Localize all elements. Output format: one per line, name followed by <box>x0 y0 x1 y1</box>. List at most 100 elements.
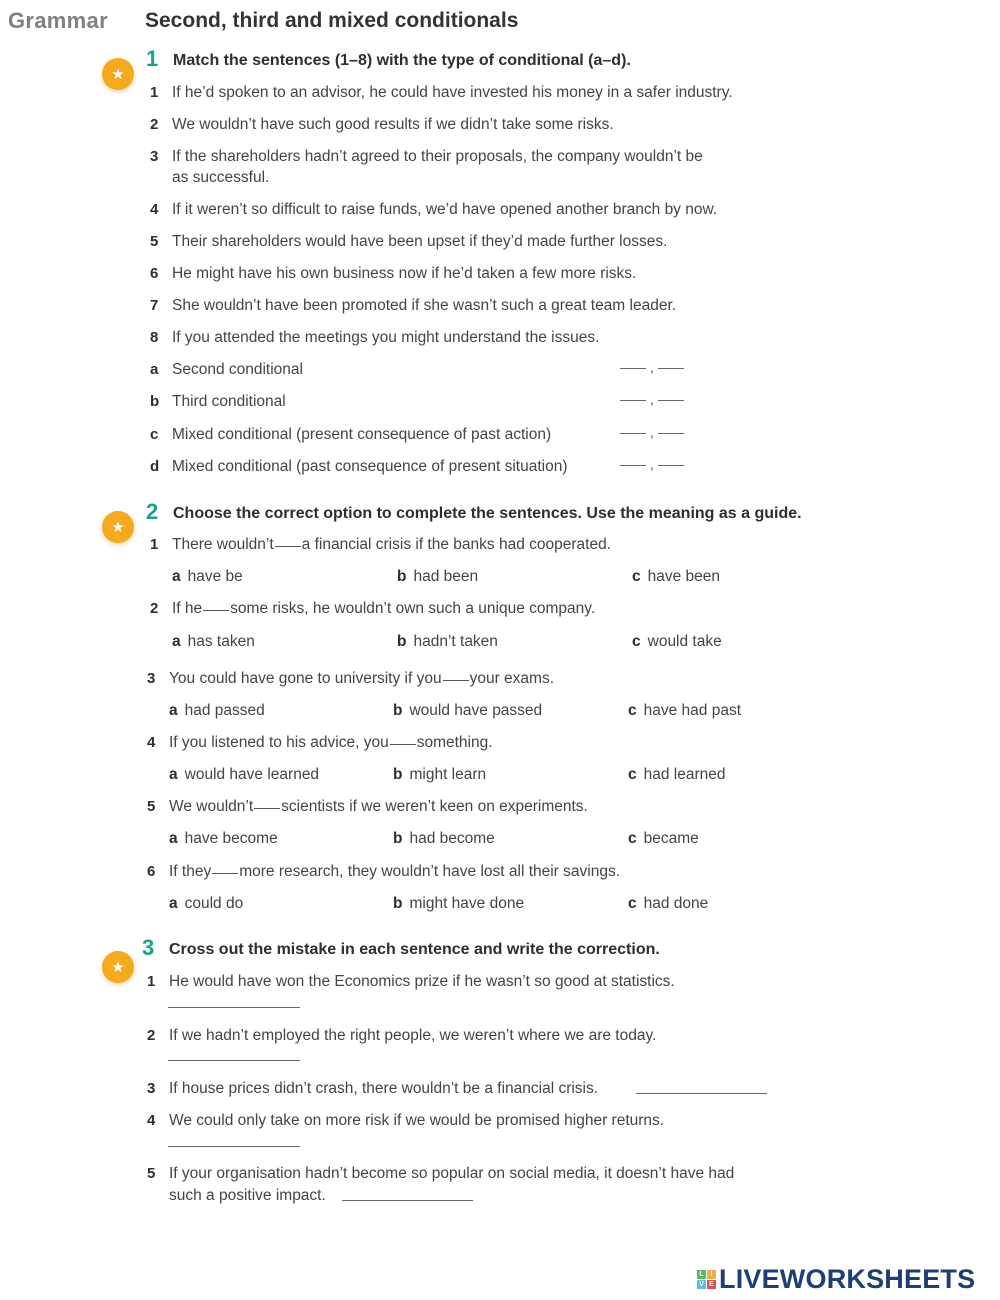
option[interactable]: a would have learned <box>169 764 319 785</box>
conditional-type: b Third conditional <box>150 391 286 412</box>
correction-answer-line[interactable] <box>168 1007 300 1008</box>
correction-answer-line[interactable] <box>342 1200 473 1201</box>
option[interactable]: b hadn’t taken <box>397 631 498 652</box>
logo-text: LIVEWORKSHEETS <box>719 1264 976 1294</box>
exercise-3-sentence: 3 If house prices didn’t crash, there wou… <box>147 1078 598 1099</box>
option[interactable]: a could do <box>169 893 243 914</box>
type-letter: b <box>150 393 160 410</box>
item-number: 2 <box>147 1027 156 1044</box>
sentence-text: If house prices didn’t crash, there woul… <box>169 1080 599 1097</box>
item-number: 3 <box>147 670 156 687</box>
sentence-text: If it weren’t so difficult to raise fund… <box>172 201 718 218</box>
option[interactable]: c have been <box>632 566 720 587</box>
option[interactable]: b had become <box>393 828 495 849</box>
conditional-type: a Second conditional <box>150 359 303 380</box>
answer-blank-1[interactable] <box>620 465 646 466</box>
option[interactable]: b would have passed <box>393 700 542 721</box>
exercise-2-badge: ★ <box>102 511 134 543</box>
exercise-2-question: 4 If you listened to his advice, you somet… <box>147 732 493 753</box>
exercise-2-number: 2 <box>146 499 159 524</box>
item-number: 5 <box>150 233 159 250</box>
type-letter: c <box>150 426 159 443</box>
option-letter: a <box>169 702 178 719</box>
sentence-text: He might have his own business now if he… <box>172 265 637 282</box>
answer-blank-1[interactable] <box>620 400 646 401</box>
exercise-1-sentence: 2 We wouldn’t have such good results if w… <box>150 114 614 135</box>
correction-answer-line[interactable] <box>636 1093 767 1094</box>
option-letter: a <box>169 895 178 912</box>
question-text-after: some risks, he wouldn’t own such a uniqu… <box>230 600 596 617</box>
answer-pair: , <box>620 391 684 407</box>
sentence-text: If the shareholders hadn’t agreed to the… <box>172 148 703 165</box>
option[interactable]: b might have done <box>393 893 524 914</box>
type-text: Second conditional <box>172 361 303 378</box>
liveworksheets-logo[interactable]: L I V E LIVEWORKSHEETS <box>697 1264 975 1295</box>
option-letter: c <box>628 895 637 912</box>
option-letter: c <box>632 568 641 585</box>
item-number: 6 <box>150 265 159 282</box>
gap-blank[interactable] <box>389 744 416 745</box>
option[interactable]: b might learn <box>393 764 486 785</box>
option-text: could do <box>184 895 244 912</box>
logo-icon-letter: V <box>697 1280 706 1289</box>
correction-answer-line[interactable] <box>168 1060 300 1061</box>
separator: , <box>649 359 654 375</box>
option[interactable]: c had learned <box>628 764 726 785</box>
item-number: 2 <box>150 600 159 617</box>
answer-blank-2[interactable] <box>657 433 684 434</box>
exercise-2-question: 3 You could have gone to university if yo… <box>147 668 554 689</box>
item-number: 3 <box>147 1080 156 1097</box>
option-letter: c <box>628 830 637 847</box>
gap-blank[interactable] <box>203 610 230 611</box>
gap-blank[interactable] <box>254 808 281 809</box>
option-letter: b <box>393 702 403 719</box>
option-text: have been <box>647 568 721 585</box>
sentence-text: If we hadn’t employed the right people, … <box>169 1027 657 1044</box>
option[interactable]: c had done <box>628 893 708 914</box>
sentence-text: If he’d spoken to an advisor, he could h… <box>172 84 733 101</box>
gap-blank[interactable] <box>212 873 239 874</box>
exercise-1-sentence: 3 If the shareholders hadn’t agreed to th… <box>150 146 703 167</box>
exercise-3-sentence: 5 If your organisation hadn’t become so p… <box>147 1163 734 1184</box>
option-letter: b <box>397 633 407 650</box>
exercise-1-sentence: 4 If it weren’t so difficult to raise fun… <box>150 199 717 220</box>
answer-pair: , <box>620 456 684 472</box>
answer-blank-2[interactable] <box>657 400 684 401</box>
exercise-2-instruction: Choose the correct option to complete th… <box>173 505 802 522</box>
gap-blank[interactable] <box>274 546 301 547</box>
exercise-2-question: 2 If he some risks, he wouldn’t own such a… <box>150 598 595 619</box>
star-icon: ★ <box>111 65 125 83</box>
answer-blank-1[interactable] <box>620 368 646 369</box>
sentence-text: We could only take on more risk if we wo… <box>169 1112 665 1129</box>
question-text-before: If they <box>169 863 212 880</box>
answer-blank-2[interactable] <box>657 465 684 466</box>
option[interactable]: c would take <box>632 631 722 652</box>
conditional-type: c Mixed conditional (present consequence … <box>150 424 551 445</box>
separator: , <box>649 456 654 472</box>
gap-blank[interactable] <box>442 680 469 681</box>
item-number: 2 <box>150 116 159 133</box>
option[interactable]: a has taken <box>172 631 255 652</box>
option-letter: a <box>172 568 181 585</box>
option[interactable]: a have be <box>172 566 243 587</box>
option-text: have be <box>187 568 243 585</box>
option-text: would have learned <box>184 766 320 783</box>
logo-icon-letter: I <box>707 1270 716 1279</box>
answer-blank-2[interactable] <box>657 368 684 369</box>
option-letter: c <box>628 766 637 783</box>
item-number: 1 <box>150 84 159 101</box>
option[interactable]: c became <box>628 828 699 849</box>
option-text: had done <box>643 895 709 912</box>
item-number: 5 <box>147 1165 156 1182</box>
correction-answer-line[interactable] <box>168 1146 300 1147</box>
exercise-3-sentence: 1 He would have won the Economics prize i… <box>147 971 675 992</box>
exercise-1-sentence: 6 He might have his own business now if h… <box>150 263 636 284</box>
option[interactable]: a have become <box>169 828 278 849</box>
answer-blank-1[interactable] <box>620 433 646 434</box>
option[interactable]: b had been <box>397 566 478 587</box>
item-number: 4 <box>147 1112 156 1129</box>
option[interactable]: c have had past <box>628 700 741 721</box>
question-text-before: If you listened to his advice, you <box>169 734 389 751</box>
option[interactable]: a had passed <box>169 700 265 721</box>
sentence-text: If your organisation hadn’t become so po… <box>169 1165 735 1182</box>
